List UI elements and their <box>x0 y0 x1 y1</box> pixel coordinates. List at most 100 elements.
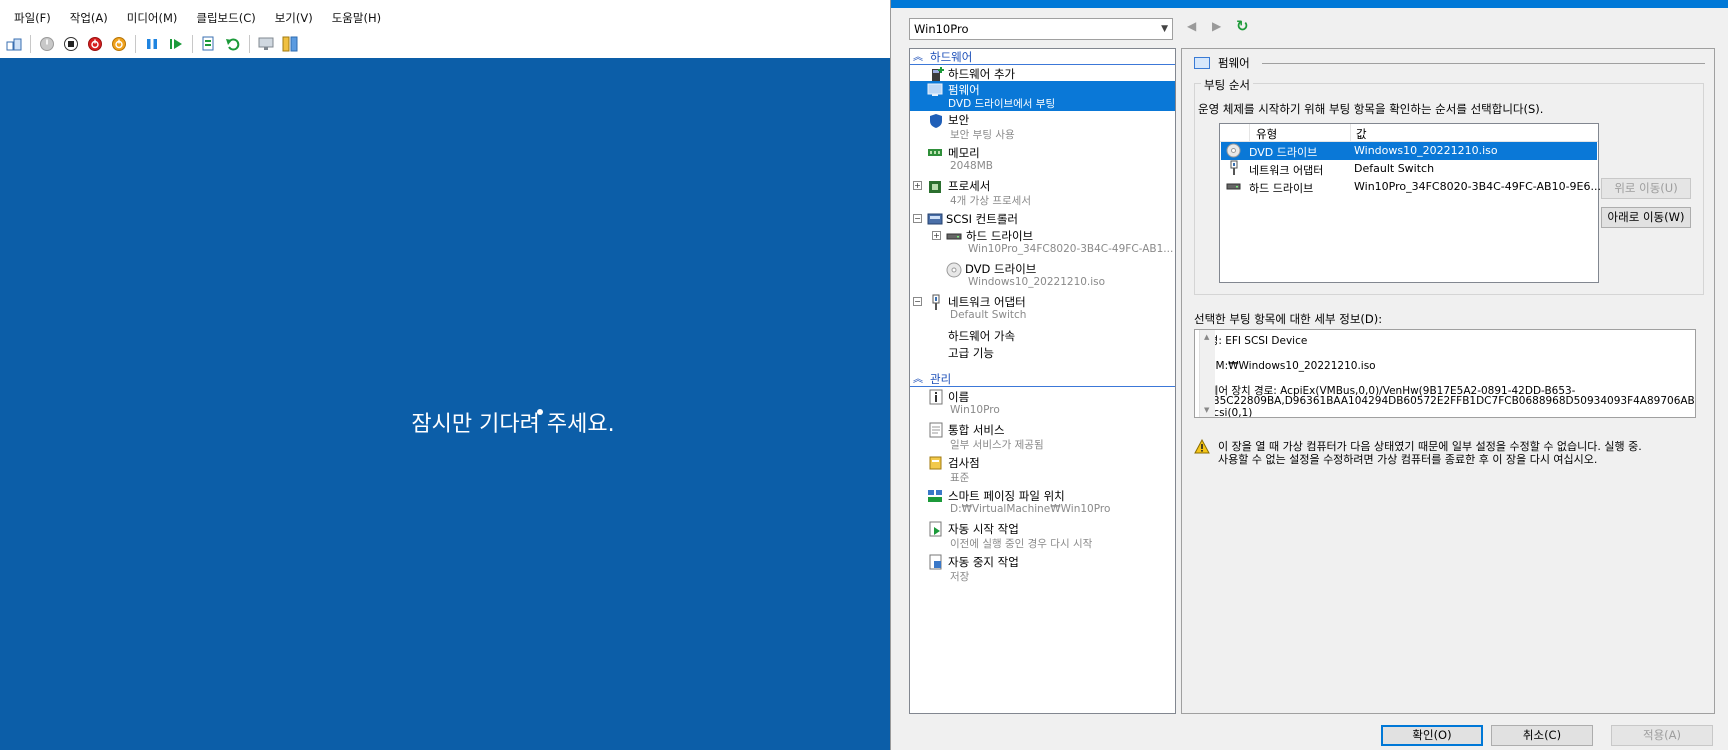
apply-button[interactable]: 적용(A) <box>1611 725 1713 746</box>
tree-item-hard-drive[interactable]: + 하드 드라이브 Win10Pro_34FC8020-3B4C-49FC-AB… <box>910 228 1175 258</box>
tree-item-sub: Windows10_20221210.iso <box>968 276 1106 288</box>
tree-item-integration-services[interactable]: 통합 서비스 일부 서비스가 제공됨 <box>910 422 1175 452</box>
tree-item-firmware[interactable]: 펌웨어 DVD 드라이브에서 부팅 <box>910 81 1175 111</box>
menu-view[interactable]: 보기(V) <box>275 10 313 26</box>
dialog-titlebar[interactable] <box>891 0 1728 8</box>
menu-file[interactable]: 파일(F) <box>14 10 51 26</box>
detail-description: 설명: EFI SCSI Device <box>1199 335 1308 347</box>
boot-entry-details[interactable]: 설명: EFI SCSI Device 값: M:₩Windows10_2022… <box>1194 329 1696 418</box>
ok-button[interactable]: 확인(O) <box>1381 725 1483 746</box>
hard-drive-icon <box>946 233 962 240</box>
forward-arrow-icon[interactable]: ▶ <box>1212 19 1221 33</box>
tree-item-auto-stop[interactable]: 자동 중지 작업 저장 <box>910 554 1175 584</box>
tree-item-network-adapter[interactable]: − 네트워크 어댑터 Default Switch <box>910 294 1175 324</box>
add-hardware-icon <box>932 67 944 81</box>
tree-item-name[interactable]: 이름 Win10Pro <box>910 389 1175 419</box>
collapse-minus-icon[interactable]: − <box>913 297 922 306</box>
tree-item-label: 자동 중지 작업 <box>948 555 1019 569</box>
tree-item-memory[interactable]: 메모리 2048MB <box>910 145 1175 175</box>
firmware-icon <box>927 83 943 96</box>
toolbar-separator <box>30 35 31 53</box>
scroll-up-icon[interactable]: ▲ <box>1204 333 1209 341</box>
scroll-down-icon[interactable]: ▼ <box>1204 406 1209 414</box>
tree-item-sub: 보안 부팅 사용 <box>950 129 1015 141</box>
tree-item-sub: 표준 <box>950 472 970 484</box>
toolbar-separator <box>135 35 136 53</box>
refresh-icon[interactable]: ↻ <box>1236 17 1249 35</box>
tree-item-scsi-controller[interactable]: − SCSI 컨트롤러 <box>910 211 1175 227</box>
boot-entry-value: Default Switch <box>1354 162 1435 175</box>
processor-icon <box>929 181 941 193</box>
tree-item-security[interactable]: 보안 보안 부팅 사용 <box>910 112 1175 142</box>
warning-icon <box>1194 439 1210 454</box>
tree-item-label: SCSI 컨트롤러 <box>946 212 1018 226</box>
name-info-icon <box>929 389 943 405</box>
tree-item-sub: 4개 가상 프로세서 <box>950 195 1031 207</box>
menu-clipboard[interactable]: 클립보드(C) <box>196 10 255 26</box>
enhanced-session-icon[interactable] <box>258 36 274 52</box>
section-hardware[interactable]: ︽ 하드웨어 <box>910 49 1175 65</box>
resume-icon[interactable] <box>168 36 184 52</box>
checkpoint-icon[interactable] <box>201 36 217 52</box>
auto-start-icon <box>929 521 942 537</box>
tree-item-sub: D:₩VirtualMachine₩Win10Pro <box>950 503 1111 515</box>
menu-action[interactable]: 작업(A) <box>70 10 108 26</box>
expand-plus-icon[interactable]: + <box>913 181 922 190</box>
tree-item-label: 고급 기능 <box>948 346 994 360</box>
tree-item-advanced-features[interactable]: 고급 기능 <box>910 345 1175 361</box>
tree-item-smart-paging[interactable]: 스마트 페이징 파일 위치 D:₩VirtualMachine₩Win10Pro <box>910 488 1175 518</box>
tree-item-checkpoints[interactable]: 검사점 표준 <box>910 455 1175 485</box>
tree-item-auto-start[interactable]: 자동 시작 작업 이전에 실행 중인 경우 다시 시작 <box>910 521 1175 551</box>
menu-media[interactable]: 미디어(M) <box>127 10 178 26</box>
firmware-settings-pane: 펌웨어 부팅 순서 운영 체제를 시작하기 위해 부팅 항목을 확인하는 순서를… <box>1181 48 1715 714</box>
tree-item-sub: 저장 <box>950 571 970 583</box>
shutdown-icon[interactable] <box>87 36 103 52</box>
detail-label: 선택한 부팅 항목에 대한 세부 정보(D): <box>1194 312 1383 326</box>
network-adapter-icon <box>932 294 940 310</box>
detail-value: 값: M:₩Windows10_20221210.iso <box>1199 360 1376 372</box>
boot-order-list[interactable]: 유형 값 DVD 드라이브 Windows10_20221210.iso 네트워… <box>1219 123 1601 283</box>
tree-item-label: 하드 드라이브 <box>966 229 1034 243</box>
tree-item-sub: DVD 드라이브에서 부팅 <box>948 98 1056 110</box>
share-icon[interactable] <box>282 36 298 52</box>
turn-off-icon[interactable] <box>63 36 79 52</box>
tree-item-sub: Default Switch <box>950 309 1027 321</box>
network-adapter-icon <box>1230 160 1238 175</box>
cancel-button[interactable]: 취소(C) <box>1491 725 1593 746</box>
vm-toolbar <box>0 31 890 57</box>
details-scrollbar[interactable]: ▲ ▼ <box>1199 330 1215 417</box>
boot-entry-network[interactable]: 네트워크 어댑터 Default Switch <box>1221 160 1597 178</box>
move-up-button[interactable]: 위로 이동(U) <box>1601 178 1691 199</box>
toolbar-separator <box>192 35 193 53</box>
boot-entry-value: Win10Pro_34FC8020-3B4C-49FC-AB10-9E6... <box>1354 180 1601 193</box>
tree-item-label: 검사점 <box>948 456 980 470</box>
vm-display[interactable] <box>0 58 890 750</box>
column-separator <box>1249 124 1250 142</box>
start-icon[interactable] <box>39 36 55 52</box>
boot-entry-dvd[interactable]: DVD 드라이브 Windows10_20221210.iso <box>1221 142 1597 160</box>
collapse-minus-icon[interactable]: − <box>913 214 922 223</box>
column-separator <box>1350 124 1351 142</box>
tree-item-label: 자동 시작 작업 <box>948 522 1019 536</box>
pause-icon[interactable] <box>144 36 160 52</box>
tree-item-hardware-acceleration[interactable]: 하드웨어 가속 <box>910 328 1175 344</box>
save-state-icon[interactable] <box>111 36 127 52</box>
title-divider <box>1262 63 1705 64</box>
tree-item-dvd-drive[interactable]: DVD 드라이브 Windows10_20221210.iso <box>910 261 1175 291</box>
tree-item-sub: 일부 서비스가 제공됨 <box>950 439 1044 451</box>
section-management[interactable]: ︽ 관리 <box>910 371 1175 387</box>
shield-icon <box>930 114 942 128</box>
boot-entry-hard-drive[interactable]: 하드 드라이브 Win10Pro_34FC8020-3B4C-49FC-AB10… <box>1221 178 1601 196</box>
ctrl-alt-del-icon[interactable] <box>6 36 22 52</box>
tree-item-processor[interactable]: + 프로세서 4개 가상 프로세서 <box>910 178 1175 208</box>
column-header-value[interactable]: 값 <box>1356 126 1367 142</box>
expand-plus-icon[interactable]: + <box>932 231 941 240</box>
move-down-button[interactable]: 아래로 이동(W) <box>1601 207 1691 228</box>
revert-icon[interactable] <box>225 36 241 52</box>
vm-selector-dropdown[interactable]: Win10Pro ▼ <box>909 18 1173 40</box>
tree-item-sub: Win10Pro_34FC8020-3B4C-49FC-AB1... <box>968 243 1174 255</box>
menu-help[interactable]: 도움말(H) <box>332 10 381 26</box>
back-arrow-icon[interactable]: ◀ <box>1187 19 1196 33</box>
column-header-type[interactable]: 유형 <box>1256 126 1277 142</box>
tree-item-add-hardware[interactable]: 하드웨어 추가 <box>910 66 1175 82</box>
